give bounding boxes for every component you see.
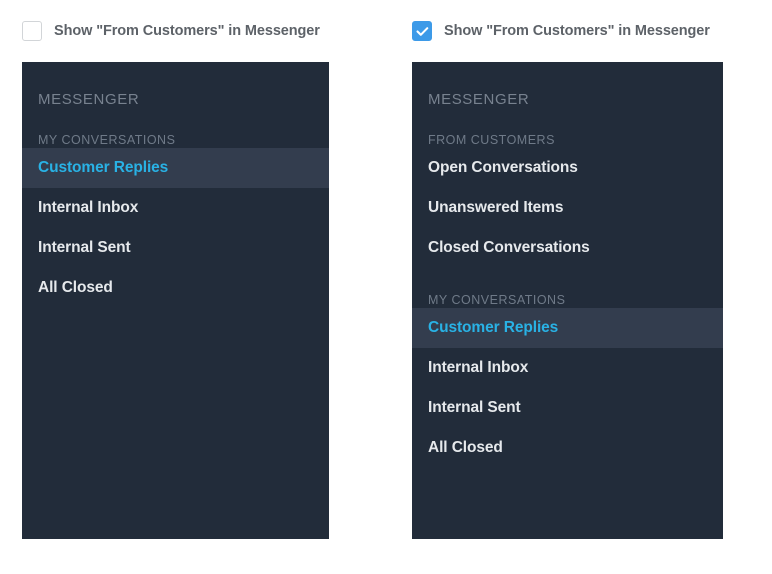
- messenger-sidebar-panel: MESSENGER FROM CUSTOMERS Open Conversati…: [412, 62, 723, 539]
- checkbox-unchecked[interactable]: [22, 21, 42, 41]
- sidebar-item-customer-replies[interactable]: Customer Replies: [412, 308, 723, 348]
- checkbox-label: Show "From Customers" in Messenger: [54, 23, 320, 39]
- checkbox-label: Show "From Customers" in Messenger: [444, 23, 710, 39]
- section-label-my-conversations: MY CONVERSATIONS: [428, 293, 566, 307]
- checkbox-row-unchecked[interactable]: Show "From Customers" in Messenger: [22, 20, 320, 42]
- sidebar-item-closed-conversations[interactable]: Closed Conversations: [412, 228, 723, 268]
- section-label-my-conversations: MY CONVERSATIONS: [38, 133, 176, 147]
- sidebar-item-internal-sent[interactable]: Internal Sent: [22, 228, 329, 268]
- sidebar-item-internal-sent[interactable]: Internal Sent: [412, 388, 723, 428]
- sidebar-item-all-closed[interactable]: All Closed: [412, 428, 723, 468]
- checkbox-checked[interactable]: [412, 21, 432, 41]
- sidebar-item-customer-replies[interactable]: Customer Replies: [22, 148, 329, 188]
- panel-title: MESSENGER: [38, 91, 140, 108]
- sidebar-item-internal-inbox[interactable]: Internal Inbox: [412, 348, 723, 388]
- sidebar-item-all-closed[interactable]: All Closed: [22, 268, 329, 308]
- section-label-from-customers: FROM CUSTOMERS: [428, 133, 555, 147]
- sidebar-item-internal-inbox[interactable]: Internal Inbox: [22, 188, 329, 228]
- panel-title: MESSENGER: [428, 91, 530, 108]
- checkbox-row-checked[interactable]: Show "From Customers" in Messenger: [412, 20, 710, 42]
- checkmark-icon: [415, 26, 428, 36]
- sidebar-item-open-conversations[interactable]: Open Conversations: [412, 148, 723, 188]
- messenger-sidebar-panel: MESSENGER MY CONVERSATIONS Customer Repl…: [22, 62, 329, 539]
- sidebar-item-unanswered-items[interactable]: Unanswered Items: [412, 188, 723, 228]
